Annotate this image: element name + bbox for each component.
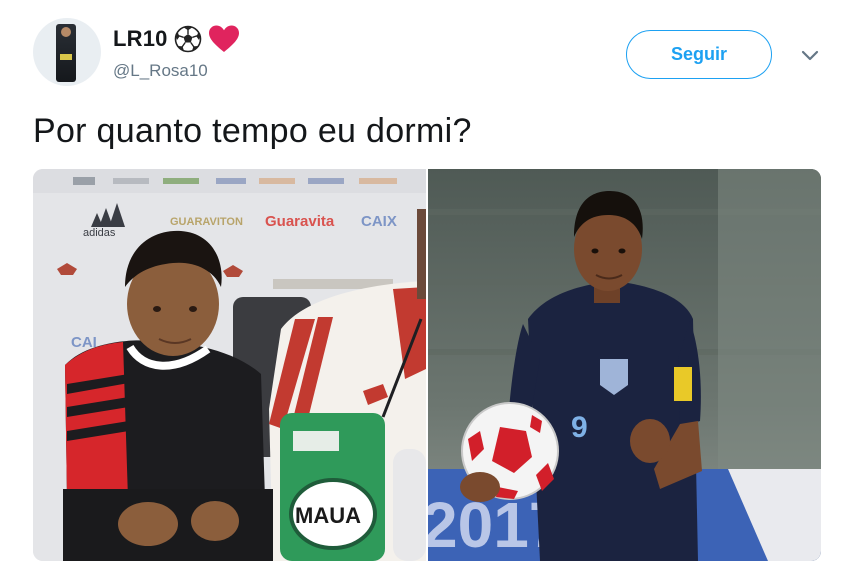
tweet-text: Por quanto tempo eu dormi? bbox=[33, 112, 472, 150]
username-handle[interactable]: @L_Rosa10 bbox=[113, 61, 208, 81]
sponsor-guaraviton: GUARAVITON bbox=[170, 216, 243, 228]
sponsor-caixa: CAIX bbox=[361, 213, 397, 230]
media-grid: adidas GUARAVITON Guaravita CAIX CAI MAU… bbox=[33, 169, 821, 561]
soccer-ball-icon bbox=[174, 25, 201, 53]
svg-text:adidas: adidas bbox=[83, 227, 116, 239]
jersey-number: 9 bbox=[571, 411, 588, 444]
photo-player-with-ball[interactable]: 2017 9 bbox=[428, 169, 821, 561]
mic-badge-maua: MAUA bbox=[295, 503, 361, 528]
tweet-card: LR10 @L_Rosa10 Seguir Por quanto tempo e… bbox=[0, 0, 853, 575]
sponsor-guaravita: Guaravita bbox=[265, 213, 335, 230]
avatar[interactable] bbox=[33, 18, 101, 86]
chevron-down-icon[interactable] bbox=[799, 44, 821, 66]
avatar-player-figure bbox=[56, 24, 76, 82]
follow-button[interactable]: Seguir bbox=[626, 30, 772, 79]
author-name-row: LR10 bbox=[113, 22, 240, 56]
display-name[interactable]: LR10 bbox=[113, 26, 168, 52]
photo-kid-press-conference[interactable]: adidas GUARAVITON Guaravita CAIX CAI MAU… bbox=[33, 169, 426, 561]
kid-press-conference-image: adidas GUARAVITON Guaravita CAIX CAI MAU… bbox=[33, 169, 426, 561]
player-with-ball-image: 2017 9 bbox=[428, 169, 821, 561]
red-heart-icon bbox=[208, 25, 239, 52]
